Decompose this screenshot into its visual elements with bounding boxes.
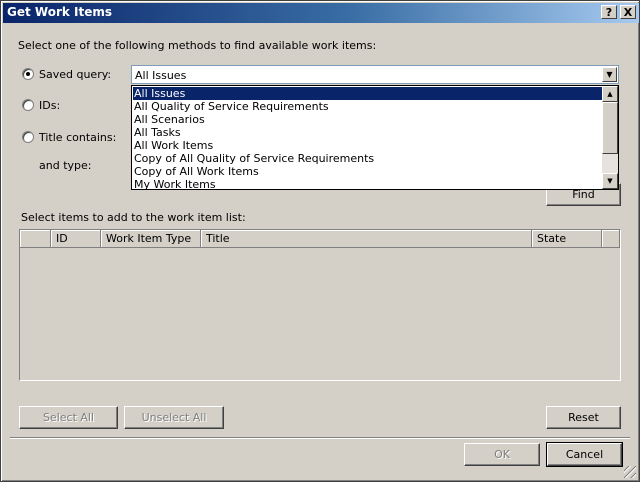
title-contains-label[interactable]: Title contains: — [39, 131, 116, 144]
ok-button[interactable]: OK — [464, 443, 540, 466]
close-icon: X — [623, 6, 633, 19]
saved-query-radio[interactable] — [22, 68, 34, 80]
column-header-title[interactable]: Title — [201, 230, 532, 248]
close-button[interactable]: X — [620, 5, 636, 19]
select-all-button[interactable]: Select All — [19, 406, 118, 429]
get-work-items-dialog: Get Work Items ? X Select one of the fol… — [0, 0, 640, 482]
saved-query-combobox[interactable]: All Issues ▼ — [131, 65, 619, 84]
dropdown-option[interactable]: All Issues — [132, 86, 604, 101]
help-button[interactable]: ? — [601, 5, 617, 19]
title-bar[interactable]: Get Work Items — [3, 3, 639, 23]
unselect-all-label: Unselect All — [141, 411, 207, 424]
work-item-results-grid[interactable]: ID Work Item Type Title State — [19, 229, 621, 381]
arrow-up-icon[interactable]: ▲ — [602, 86, 618, 102]
dropdown-option[interactable]: All Work Items — [133, 139, 603, 152]
ok-label: OK — [494, 448, 510, 461]
cancel-button[interactable]: Cancel — [546, 442, 623, 467]
separator — [10, 437, 630, 439]
grid-header: ID Work Item Type Title State — [20, 230, 620, 248]
saved-query-value: All Issues — [135, 69, 187, 82]
saved-query-label[interactable]: Saved query: — [39, 68, 111, 81]
dropdown-option[interactable]: All Tasks — [133, 126, 603, 139]
reset-button[interactable]: Reset — [546, 406, 621, 429]
and-type-label: and type: — [39, 159, 92, 172]
column-header-state[interactable]: State — [532, 230, 602, 248]
results-instruction: Select items to add to the work item lis… — [21, 211, 246, 224]
arrow-down-icon[interactable]: ▼ — [602, 173, 618, 189]
dropdown-option[interactable]: All Quality of Service Requirements — [133, 100, 603, 113]
dropdown-option[interactable]: All Scenarios — [133, 113, 603, 126]
column-header-id[interactable]: ID — [51, 230, 101, 248]
dropdown-option[interactable]: Copy of All Quality of Service Requireme… — [133, 152, 603, 165]
help-icon: ? — [605, 6, 613, 19]
column-header-work-item-type[interactable]: Work Item Type — [101, 230, 201, 248]
method-instruction: Select one of the following methods to f… — [18, 39, 377, 52]
reset-label: Reset — [568, 411, 599, 424]
dropdown-option[interactable]: Copy of All Work Items — [133, 165, 603, 178]
cancel-label: Cancel — [565, 448, 604, 461]
chevron-down-icon[interactable]: ▼ — [602, 67, 617, 82]
dropdown-option[interactable]: My Work Items — [133, 178, 603, 189]
column-header-filler — [602, 230, 620, 248]
window-title: Get Work Items — [7, 5, 113, 19]
resize-grip-icon[interactable] — [624, 466, 636, 478]
saved-query-dropdown-list[interactable]: All Issues All Quality of Service Requir… — [131, 85, 619, 190]
scrollbar-thumb[interactable] — [602, 102, 618, 154]
unselect-all-button[interactable]: Unselect All — [124, 406, 224, 429]
ids-label[interactable]: IDs: — [39, 99, 60, 112]
dropdown-scrollbar[interactable]: ▲ ▼ — [602, 86, 618, 189]
title-contains-radio[interactable] — [22, 131, 34, 143]
select-all-label: Select All — [42, 411, 95, 424]
ids-radio[interactable] — [22, 99, 34, 111]
column-header-select[interactable] — [20, 230, 51, 248]
